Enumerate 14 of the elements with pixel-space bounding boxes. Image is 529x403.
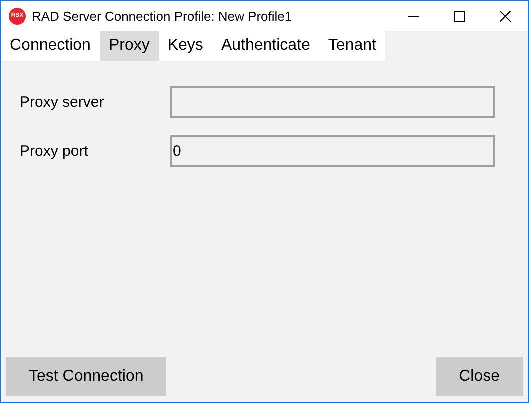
- tab[interactable]: Tenant: [319, 31, 386, 61]
- field-label: Proxy server: [19, 94, 106, 110]
- maximize-icon[interactable]: [454, 10, 464, 22]
- input-field[interactable]: 0: [170, 135, 495, 167]
- tab[interactable]: Connection: [1, 31, 100, 61]
- button[interactable]: Close: [436, 357, 523, 396]
- tab[interactable]: Keys: [158, 31, 212, 61]
- input-field[interactable]: [170, 86, 495, 118]
- field-label: Proxy port: [19, 142, 90, 160]
- tab[interactable]: Proxy: [100, 31, 159, 61]
- button[interactable]: Test Connection: [6, 357, 166, 396]
- tab[interactable]: Authenticate: [212, 31, 320, 61]
- window-title: RAD Server Connection Profile: New Profile1: [32, 8, 294, 24]
- close-icon[interactable]: [500, 10, 510, 22]
